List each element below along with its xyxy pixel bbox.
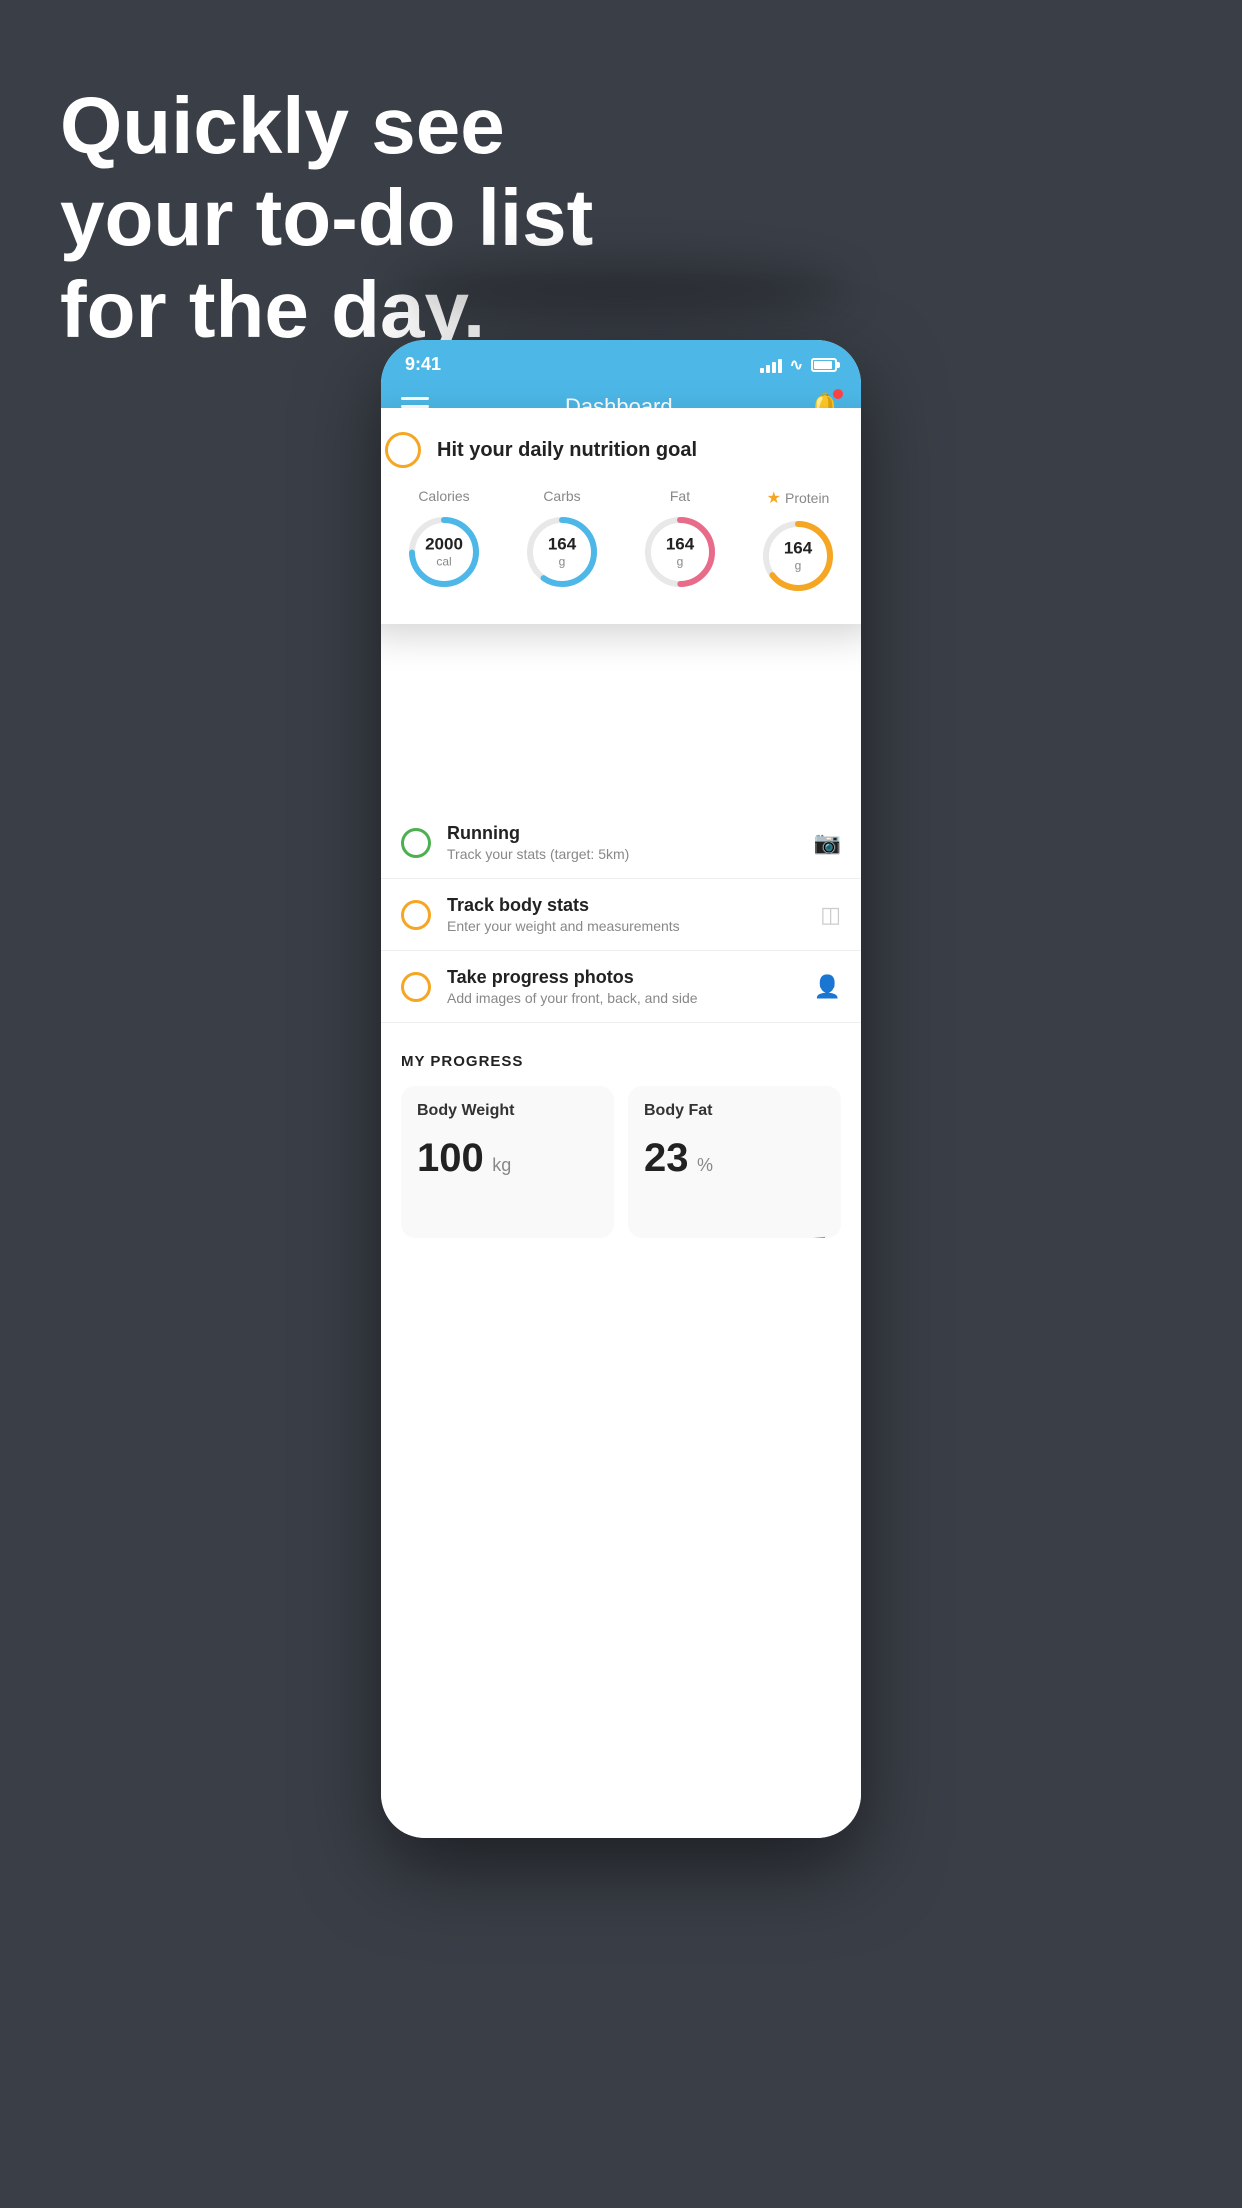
carbs-item: Carbs 164 g [522, 488, 602, 592]
protein-value: 164 [784, 539, 812, 559]
time: 9:41 [405, 354, 441, 375]
fat-ring: 164 g [640, 512, 720, 592]
protein-label: ★ Protein [767, 488, 830, 508]
calories-ring: 2000 cal [404, 512, 484, 592]
battery-icon [811, 358, 837, 372]
body-weight-card-title: Body Weight [417, 1102, 598, 1120]
progress-section: MY PROGRESS Body Weight 100 kg Body Fat … [381, 1023, 861, 1258]
star-icon: ★ [767, 488, 781, 508]
body-stats-content: Track body stats Enter your weight and m… [447, 895, 804, 934]
fat-value: 164 [666, 535, 694, 555]
running-checkbox[interactable] [401, 828, 431, 858]
app-body: THINGS TO DO TODAY Hit your daily nutrit… [381, 438, 861, 1838]
calories-label: Calories [418, 488, 469, 504]
photos-checkbox[interactable] [401, 972, 431, 1002]
photos-subtitle: Add images of your front, back, and side [447, 990, 798, 1006]
nutrition-checkbox[interactable] [385, 432, 421, 468]
status-icons: ∿ [760, 355, 837, 375]
todo-item-body-stats[interactable]: Track body stats Enter your weight and m… [381, 879, 861, 951]
running-subtitle: Track your stats (target: 5km) [447, 846, 798, 862]
body-fat-value: 23 [644, 1136, 689, 1180]
scale-icon: ◫ [820, 902, 841, 928]
todo-item-running[interactable]: Running Track your stats (target: 5km) 📷 [381, 807, 861, 879]
protein-item: ★ Protein 164 g [758, 488, 838, 596]
running-title: Running [447, 823, 798, 844]
nutrition-circles: Calories 2000 cal Carbs [385, 488, 857, 596]
person-icon: 👤 [814, 974, 841, 1000]
body-weight-value: 100 [417, 1136, 484, 1180]
status-bar: 9:41 ∿ [381, 340, 861, 381]
progress-cards: Body Weight 100 kg Body Fat 23 % [401, 1086, 841, 1238]
shoe-icon: 📷 [814, 830, 841, 856]
photos-content: Take progress photos Add images of your … [447, 967, 798, 1006]
calories-item: Calories 2000 cal [404, 488, 484, 592]
signal-icon [760, 357, 782, 373]
carbs-ring: 164 g [522, 512, 602, 592]
card-header: Hit your daily nutrition goal [385, 432, 857, 468]
body-weight-unit: kg [492, 1155, 511, 1175]
fat-unit: g [666, 555, 694, 569]
protein-unit: g [784, 559, 812, 573]
progress-title: MY PROGRESS [401, 1053, 841, 1070]
body-weight-card[interactable]: Body Weight 100 kg [401, 1086, 614, 1238]
notification-dot [833, 389, 843, 399]
card-shadow [396, 260, 846, 320]
phone-frame: 9:41 ∿ Dashboard 🔔 THINGS TO DO TODA [381, 340, 861, 1838]
protein-ring: 164 g [758, 516, 838, 596]
body-fat-card-title: Body Fat [644, 1102, 825, 1120]
carbs-unit: g [548, 555, 576, 569]
todo-list: Running Track your stats (target: 5km) 📷… [381, 807, 861, 1023]
body-fat-wave [644, 1181, 825, 1238]
nutrition-card: Hit your daily nutrition goal Calories 2… [381, 408, 861, 624]
running-content: Running Track your stats (target: 5km) [447, 823, 798, 862]
calories-unit: cal [425, 555, 463, 569]
nutrition-card-title: Hit your daily nutrition goal [437, 439, 697, 462]
body-fat-unit: % [697, 1155, 713, 1175]
calories-value: 2000 [425, 535, 463, 555]
wifi-icon: ∿ [790, 355, 803, 375]
body-stats-checkbox[interactable] [401, 900, 431, 930]
carbs-label: Carbs [543, 488, 580, 504]
todo-item-photos[interactable]: Take progress photos Add images of your … [381, 951, 861, 1023]
fat-label: Fat [670, 488, 690, 504]
body-stats-subtitle: Enter your weight and measurements [447, 918, 804, 934]
body-weight-wave [417, 1181, 598, 1238]
body-fat-card[interactable]: Body Fat 23 % [628, 1086, 841, 1238]
carbs-value: 164 [548, 535, 576, 555]
fat-item: Fat 164 g [640, 488, 720, 592]
body-stats-title: Track body stats [447, 895, 804, 916]
photos-title: Take progress photos [447, 967, 798, 988]
